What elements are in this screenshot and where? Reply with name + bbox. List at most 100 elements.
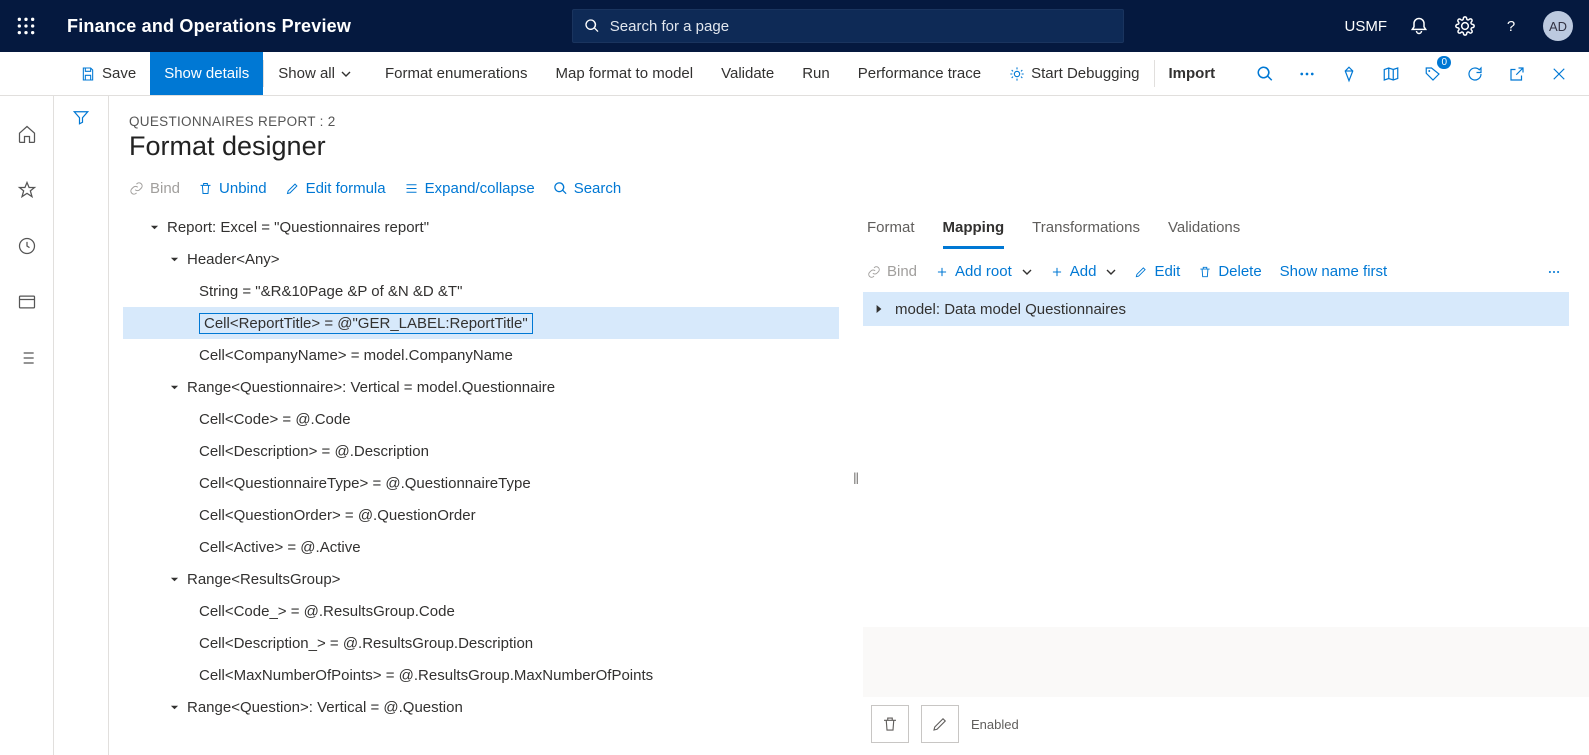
- tree-row[interactable]: Range<Questionnaire>: Vertical = model.Q…: [123, 371, 839, 403]
- refresh-icon[interactable]: [1459, 58, 1491, 90]
- expander-icon[interactable]: [167, 380, 181, 394]
- search-icon: [553, 181, 568, 196]
- map-format-button[interactable]: Map format to model: [542, 52, 708, 95]
- search-button-2[interactable]: Search: [553, 180, 622, 197]
- list-icon[interactable]: [11, 342, 43, 374]
- trash-icon: [881, 715, 899, 733]
- tree-row[interactable]: Cell<ReportTitle> = @"GER_LABEL:ReportTi…: [123, 307, 839, 339]
- tab-validations[interactable]: Validations: [1168, 213, 1240, 249]
- waffle-icon[interactable]: [0, 0, 52, 52]
- bind-button[interactable]: Bind: [129, 180, 180, 197]
- r-bind-button[interactable]: Bind: [867, 263, 917, 280]
- tab-format[interactable]: Format: [867, 213, 915, 249]
- content-area: QUESTIONNAIRES REPORT : 2 Format designe…: [54, 96, 1589, 755]
- tree-row[interactable]: Header<Any>: [123, 243, 839, 275]
- bottom-bar: Enabled: [863, 627, 1589, 755]
- tree-node-text: Cell<MaxNumberOfPoints> = @.ResultsGroup…: [199, 667, 653, 684]
- avatar[interactable]: AD: [1543, 11, 1573, 41]
- clock-icon[interactable]: [11, 230, 43, 262]
- chevron-down-icon: [1106, 267, 1116, 277]
- tree-row[interactable]: Report: Excel = "Questionnaires report": [123, 211, 839, 243]
- unbind-button[interactable]: Unbind: [198, 180, 267, 197]
- tree-node-text: Cell<CompanyName> = model.CompanyName: [199, 347, 513, 364]
- model-row-text: model: Data model Questionnaires: [895, 301, 1126, 318]
- show-name-first-button[interactable]: Show name first: [1280, 263, 1388, 280]
- expand-collapse-button[interactable]: Expand/collapse: [404, 180, 535, 197]
- tree-row[interactable]: String = "&R&10Page &P of &N &D &T": [123, 275, 839, 307]
- gear-icon[interactable]: [1451, 12, 1479, 40]
- search-button[interactable]: [1249, 58, 1281, 90]
- pencil-icon: [1134, 265, 1148, 279]
- bottom-edit-button[interactable]: [921, 705, 959, 743]
- show-details-button[interactable]: Show details: [150, 52, 263, 95]
- star-icon[interactable]: [11, 174, 43, 206]
- map-icon[interactable]: [1375, 58, 1407, 90]
- tree-row[interactable]: Cell<Active> = @.Active: [123, 531, 839, 563]
- debug-icon: [1009, 66, 1025, 82]
- edit-formula-button[interactable]: Edit formula: [285, 180, 386, 197]
- tree-toolbar: Bind Unbind Edit formula Expand/collapse…: [109, 170, 1589, 205]
- diamond-icon[interactable]: [1333, 58, 1365, 90]
- top-toolbar: Finance and Operations Preview Search fo…: [0, 0, 1589, 52]
- run-button[interactable]: Run: [788, 52, 844, 95]
- import-button[interactable]: Import: [1155, 52, 1230, 95]
- tree-node-text: Cell<QuestionOrder> = @.QuestionOrder: [199, 507, 476, 524]
- command-bar: Save Show details Show all Format enumer…: [0, 52, 1589, 96]
- tree-row[interactable]: Cell<Code> = @.Code: [123, 403, 839, 435]
- tree-row[interactable]: Range<Question>: Vertical = @.Question: [123, 691, 839, 723]
- format-enumerations-button[interactable]: Format enumerations: [371, 52, 542, 95]
- save-button[interactable]: Save: [66, 52, 150, 95]
- plus-icon: [935, 265, 949, 279]
- tree-panel[interactable]: Report: Excel = "Questionnaires report" H…: [109, 205, 849, 755]
- tree-row[interactable]: Cell<MaxNumberOfPoints> = @.ResultsGroup…: [123, 659, 839, 691]
- delete-button[interactable]: Delete: [1198, 263, 1261, 280]
- performance-trace-button[interactable]: Performance trace: [844, 52, 995, 95]
- close-icon[interactable]: [1543, 58, 1575, 90]
- tree-row[interactable]: Cell<Description> = @.Description: [123, 435, 839, 467]
- edit-button[interactable]: Edit: [1134, 263, 1180, 280]
- chevron-down-icon: [341, 69, 351, 79]
- tree-row[interactable]: Range<ResultsGroup>: [123, 563, 839, 595]
- tab-mapping[interactable]: Mapping: [943, 213, 1005, 249]
- tree-row[interactable]: Cell<QuestionnaireType> = @.Questionnair…: [123, 467, 839, 499]
- expander-icon: [179, 636, 193, 650]
- tree-row[interactable]: Cell<QuestionOrder> = @.QuestionOrder: [123, 499, 839, 531]
- module-icon[interactable]: [11, 286, 43, 318]
- expander-icon[interactable]: [167, 572, 181, 586]
- more-button[interactable]: [1547, 265, 1561, 279]
- expand-icon[interactable]: [875, 301, 883, 318]
- pencil-icon: [285, 181, 300, 196]
- start-debugging-button[interactable]: Start Debugging: [995, 52, 1153, 95]
- model-row[interactable]: model: Data model Questionnaires: [863, 292, 1569, 326]
- popout-icon[interactable]: [1501, 58, 1533, 90]
- help-icon[interactable]: ?: [1497, 12, 1525, 40]
- home-icon[interactable]: [11, 118, 43, 150]
- add-button[interactable]: Add: [1050, 263, 1117, 280]
- expander-icon: [179, 348, 193, 362]
- bell-icon[interactable]: [1405, 12, 1433, 40]
- tree-node-text: Report: Excel = "Questionnaires report": [167, 219, 429, 236]
- expander-icon: [179, 316, 193, 330]
- company-label[interactable]: USMF: [1345, 18, 1388, 35]
- tree-node-text: Header<Any>: [187, 251, 280, 268]
- validate-button[interactable]: Validate: [707, 52, 788, 95]
- splitter-handle[interactable]: ‖: [849, 205, 863, 755]
- expander-icon[interactable]: [167, 700, 181, 714]
- add-root-button[interactable]: Add root: [935, 263, 1032, 280]
- expander-icon[interactable]: [167, 252, 181, 266]
- bottom-delete-button[interactable]: [871, 705, 909, 743]
- filter-icon[interactable]: [54, 108, 108, 131]
- more-icon[interactable]: [1291, 58, 1323, 90]
- expander-icon[interactable]: [147, 220, 161, 234]
- top-right-controls: USMF ? AD: [1345, 11, 1589, 41]
- show-all-button[interactable]: Show all: [264, 52, 371, 95]
- trash-icon: [1198, 265, 1212, 279]
- search-input[interactable]: Search for a page: [572, 9, 1124, 43]
- tree-row[interactable]: Cell<Description_> = @.ResultsGroup.Desc…: [123, 627, 839, 659]
- tab-transformations[interactable]: Transformations: [1032, 213, 1140, 249]
- tag-icon[interactable]: 0: [1417, 58, 1449, 90]
- tree-node-text: Cell<QuestionnaireType> = @.Questionnair…: [199, 475, 531, 492]
- tree-row[interactable]: Cell<Code_> = @.ResultsGroup.Code: [123, 595, 839, 627]
- search-placeholder: Search for a page: [610, 18, 729, 35]
- tree-row[interactable]: Cell<CompanyName> = model.CompanyName: [123, 339, 839, 371]
